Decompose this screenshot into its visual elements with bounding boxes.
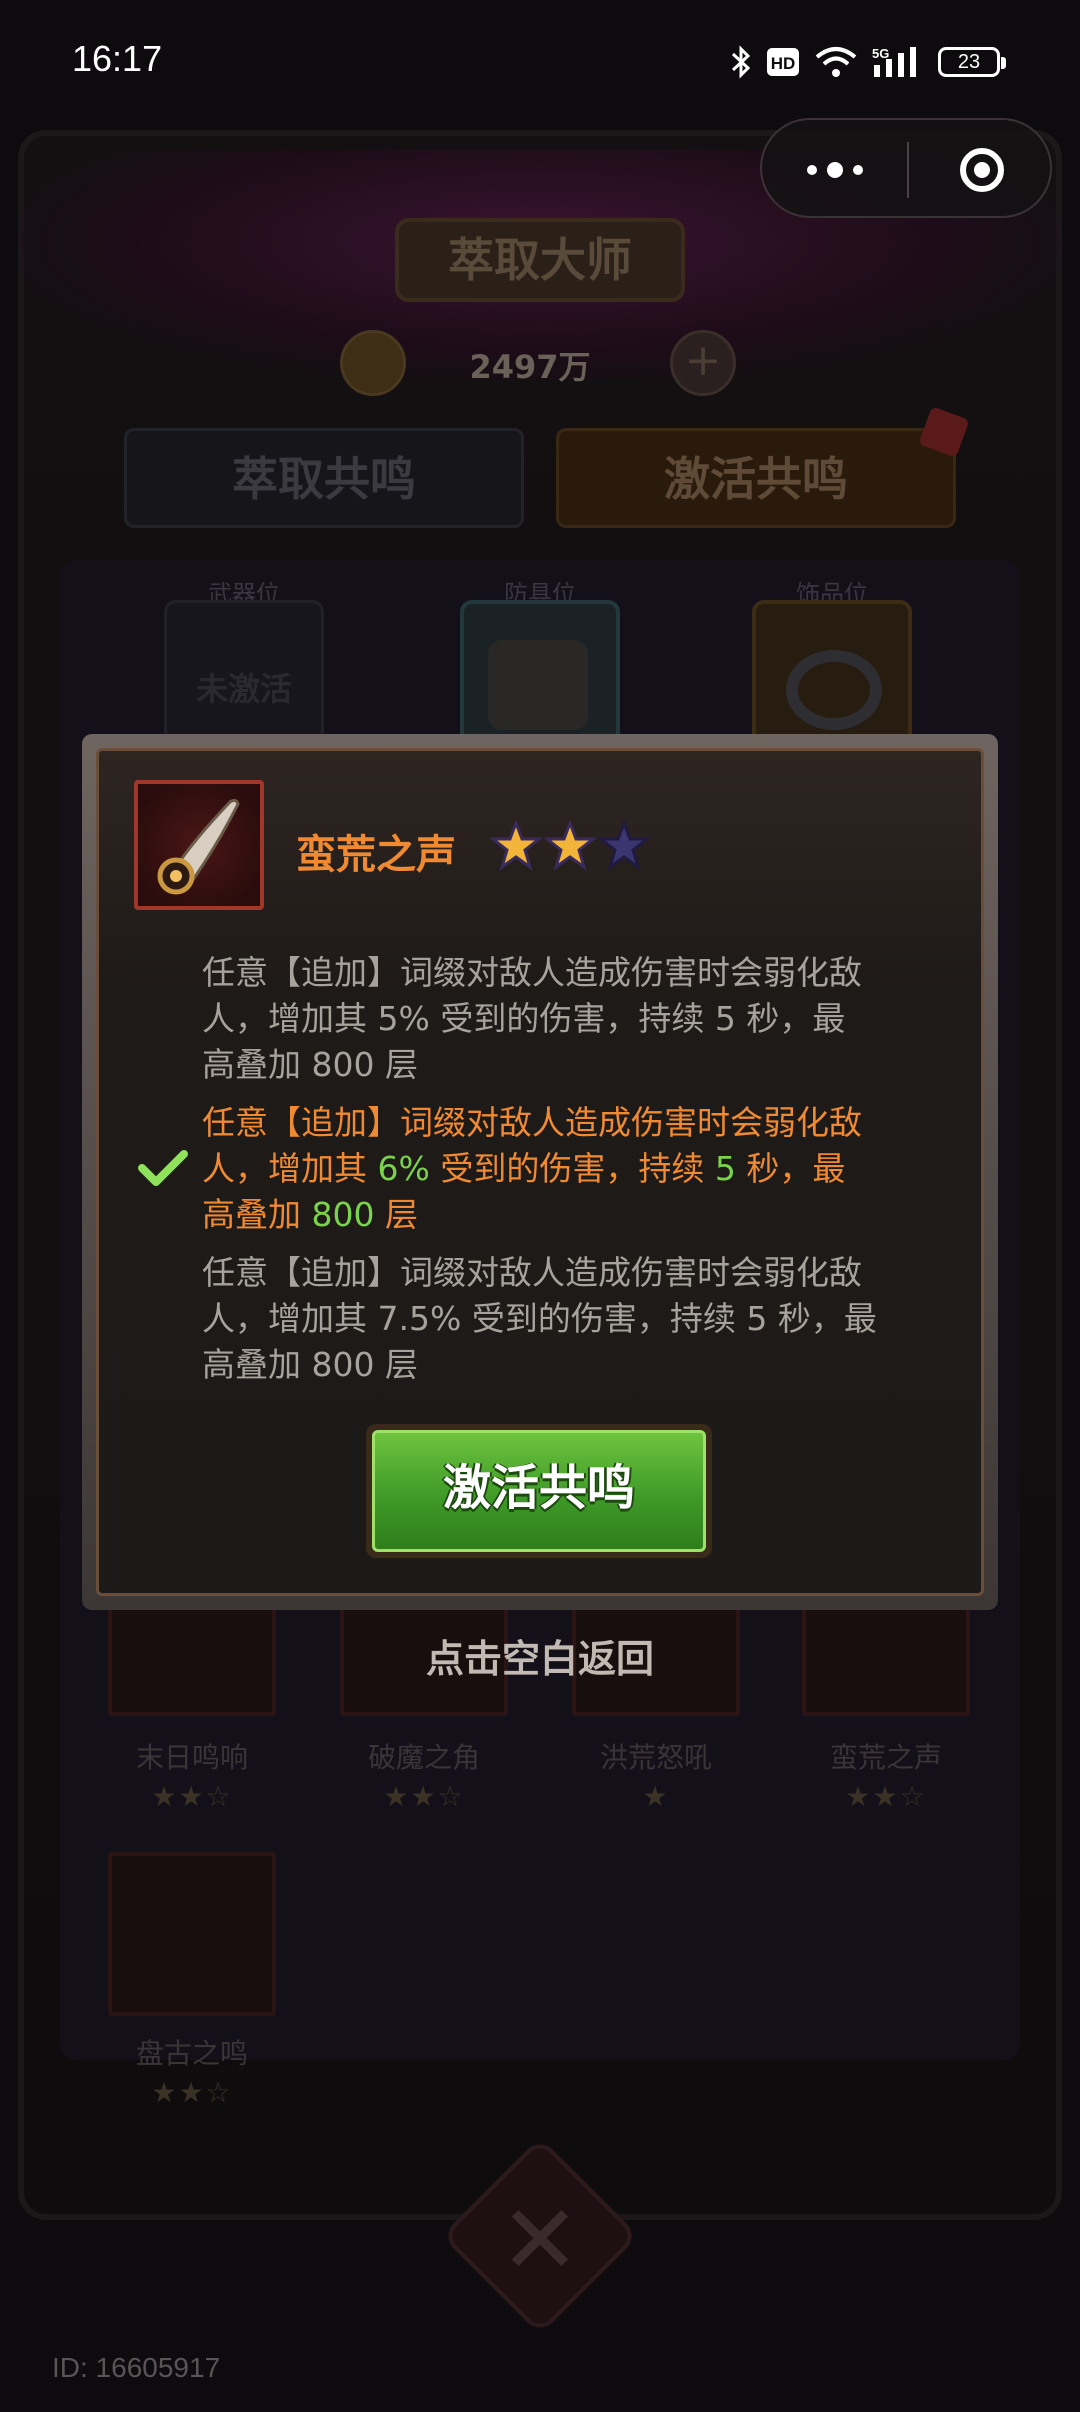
effect-stack: 800 (311, 1345, 375, 1384)
wifi-icon (814, 45, 858, 79)
dismiss-hint[interactable]: 点击空白返回 (340, 1628, 740, 1683)
effect-option-1[interactable]: 任意【追加】词缀对敌人造成伤害时会弱化敌 人，增加其 5% 受到的伤害，持续 5… (202, 950, 962, 1088)
effect-value: 5% (377, 999, 430, 1038)
horn-slot[interactable] (108, 1852, 276, 2016)
effect-option-2[interactable]: 任意【追加】词缀对敌人造成伤害时会弱化敌 人，增加其 6% 受到的伤害，持续 5… (202, 1100, 962, 1238)
horn-stars: ★★☆ (383, 1780, 465, 1813)
more-dots-icon (806, 165, 817, 175)
effect-duration: 5 (746, 1299, 768, 1338)
horn-stars: ★★☆ (151, 2076, 233, 2109)
effect-stack: 800 (311, 1045, 375, 1084)
horn-name: 破魔之角 (367, 1741, 480, 1774)
effect-option-3[interactable]: 任意【追加】词缀对敌人造成伤害时会弱化敌 人，增加其 7.5% 受到的伤害，持续… (202, 1250, 962, 1388)
horn-stars: ★★☆ (151, 1780, 233, 1813)
clock: 16:17 (72, 38, 163, 79)
star-empty-icon (598, 820, 650, 871)
effect-line: 任意【追加】词缀对敌人造成伤害时会弱化敌 (202, 1103, 862, 1142)
horn-slot[interactable] (802, 1604, 970, 1716)
horn-icon (157, 798, 240, 895)
coin-icon (340, 330, 406, 396)
status-bar: 16:17 HD 5G 23 (0, 0, 1080, 120)
svg-text:5G: 5G (872, 46, 889, 61)
effect-line: 任意【追加】词缀对敌人造成伤害时会弱化敌 (202, 953, 862, 992)
item-name: 蛮荒之声 (296, 832, 456, 878)
horn-name: 盘古之鸣 (135, 2037, 248, 2070)
effect-line: 高叠加 800 层 (202, 1045, 418, 1084)
horn-name: 末日鸣响 (135, 1741, 248, 1774)
horn-name: 蛮荒之声 (829, 1741, 942, 1774)
star-filled-icon (544, 820, 596, 871)
activate-resonance-button[interactable]: 激活共鸣 (366, 1424, 712, 1558)
close-button[interactable] (909, 120, 1054, 220)
item-icon (134, 780, 264, 910)
effect-value: 7.5% (377, 1299, 462, 1338)
page-title: 萃取大师 (395, 218, 685, 302)
close-x-icon: ✕ (499, 2184, 581, 2296)
target-close-icon (959, 148, 1004, 192)
weapon-slot-state: 未激活 (195, 670, 292, 708)
svg-text:HD: HD (771, 54, 796, 73)
effect-value: 6% (377, 1149, 430, 1188)
more-dots-icon-right (852, 165, 863, 175)
check-icon (138, 1150, 188, 1186)
effect-stack: 800 (311, 1195, 375, 1234)
ring-icon (786, 650, 882, 730)
horn-stars: ★★☆ (845, 1780, 927, 1813)
effect-line: 高叠加 800 层 (202, 1195, 418, 1234)
boots-icon (488, 640, 588, 730)
effect-duration: 5 (714, 1149, 736, 1188)
star-filled-icon (490, 820, 542, 871)
horn-stars: ★ (642, 1780, 670, 1813)
tab-extract-resonance[interactable]: 萃取共鸣 (124, 428, 524, 528)
add-gold-button[interactable]: + (670, 330, 736, 396)
effect-line: 人，增加其 5% 受到的伤害，持续 5 秒，最 (202, 999, 846, 1038)
tab-activate-resonance[interactable]: 激活共鸣 (556, 428, 956, 528)
effect-line: 高叠加 800 层 (202, 1345, 418, 1384)
mini-program-capsule (760, 118, 1052, 218)
more-dots-icon-center (826, 162, 843, 178)
gold-counter: 2497万 + (340, 330, 740, 396)
effect-line: 人，增加其 7.5% 受到的伤害，持续 5 秒，最 (202, 1299, 877, 1338)
battery-icon: 23 (938, 47, 1006, 77)
user-id: ID: 16605917 (52, 2352, 221, 2383)
hd-icon: HD (766, 47, 800, 77)
effect-duration: 5 (714, 999, 736, 1038)
status-icons: HD 5G 23 (730, 40, 1006, 84)
effect-line: 人，增加其 6% 受到的伤害，持续 5 秒，最 (202, 1149, 846, 1188)
effect-line: 任意【追加】词缀对敌人造成伤害时会弱化敌 (202, 1253, 862, 1292)
more-button[interactable] (762, 120, 907, 220)
horn-name: 洪荒怒吼 (599, 1741, 712, 1774)
activate-resonance-label: 激活共鸣 (372, 1430, 706, 1552)
5g-signal-icon: 5G (872, 45, 924, 79)
gold-amount: 2497万 (469, 348, 591, 386)
bluetooth-icon (730, 44, 752, 80)
horn-slot[interactable] (108, 1604, 276, 1716)
